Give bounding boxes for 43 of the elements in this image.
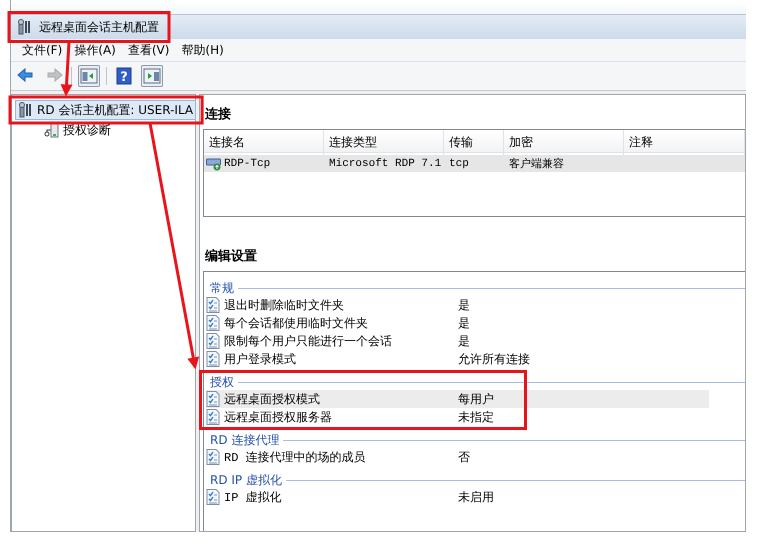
setting-row[interactable]: 远程桌面授权模式 每用户 <box>206 390 709 408</box>
settings-icon <box>206 391 220 407</box>
setting-row[interactable]: RD 连接代理中的场的成员 否 <box>206 448 709 466</box>
settings-icon <box>206 315 220 331</box>
table-cell-text: 客户端兼容 <box>508 156 564 171</box>
network-icon <box>206 156 222 170</box>
back-arrow-icon[interactable] <box>17 67 35 85</box>
table-cell-text: tcp <box>448 158 469 170</box>
group-title: 常规 <box>210 281 234 296</box>
tools-icon <box>17 19 33 35</box>
tree-item[interactable]: 授权诊断 <box>41 120 114 140</box>
help-glyph: ? <box>120 70 128 85</box>
menu-item[interactable]: 帮助(H) <box>176 40 229 60</box>
setting-row[interactable]: 用户登录模式 允许所有连接 <box>206 350 709 368</box>
settings-icon <box>206 409 220 425</box>
tools-icon <box>18 102 34 118</box>
settings-icon <box>206 449 220 465</box>
pane-icon[interactable] <box>143 67 161 85</box>
help-icon[interactable]: ? <box>115 67 133 85</box>
tree-item[interactable]: RD 会话主机配置: USER-ILA <box>15 100 196 120</box>
menu-item[interactable]: 操作(A) <box>69 40 121 60</box>
menu-item[interactable]: 查看(V) <box>122 40 174 60</box>
settings-icon <box>206 297 220 313</box>
settings-icon <box>206 489 220 505</box>
pane-icon[interactable] <box>80 67 98 85</box>
menu-item[interactable]: 文件(F) <box>17 40 68 60</box>
setting-row[interactable]: 远程桌面授权服务器 未指定 <box>206 408 709 426</box>
settings-icon <box>206 351 220 367</box>
settings-icon <box>206 333 220 349</box>
window-title: 远程桌面会话主机配置 <box>39 18 159 36</box>
setting-row[interactable]: 每个会话都使用临时文件夹 是 <box>206 314 709 332</box>
table-cell-text: Microsoft RDP 7.1 <box>328 158 442 170</box>
setting-row[interactable]: 限制每个用户只能进行一个会话 是 <box>206 332 709 350</box>
section-heading: 连接 <box>205 106 232 123</box>
table-cell: RDP-Tcp <box>204 156 270 170</box>
server-icon <box>44 122 60 138</box>
setting-row[interactable]: IP 虚拟化 未启用 <box>206 488 709 506</box>
setting-row[interactable]: 退出时删除临时文件夹 是 <box>206 296 709 314</box>
group-title: RD IP 虚拟化 <box>210 473 282 488</box>
group-title: 授权 <box>210 375 234 390</box>
group-title: RD 连接代理 <box>210 433 280 448</box>
annotation-arrow <box>60 41 73 96</box>
section-heading: 编辑设置 <box>205 248 258 265</box>
